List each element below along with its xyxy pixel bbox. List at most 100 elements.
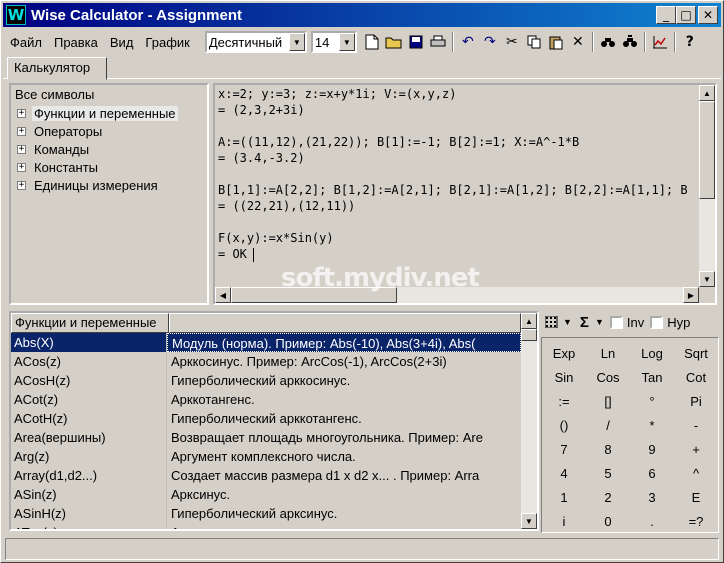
expand-icon[interactable]: + [17, 144, 26, 154]
grid-vertical-scrollbar[interactable]: ▲ ▼ [521, 313, 537, 529]
scroll-down-icon[interactable]: ▼ [521, 513, 537, 529]
copy-icon[interactable] [523, 31, 545, 53]
inv-checkbox[interactable] [609, 315, 623, 329]
table-row[interactable]: Abs(X) Модуль (норма). Пример: Abs(-10), … [11, 333, 521, 352]
table-row[interactable]: ACot(z) Арккотангенс. [11, 390, 521, 409]
paste-icon[interactable] [545, 31, 567, 53]
keypad-key[interactable]: Pi [674, 390, 718, 414]
keypad-key[interactable]: 9 [630, 438, 674, 462]
new-file-icon[interactable] [361, 31, 383, 53]
find-icon[interactable] [597, 31, 619, 53]
chevron-down-icon[interactable]: ▼ [338, 33, 355, 51]
chevron-down-icon[interactable]: ▼ [563, 317, 572, 327]
keypad-key[interactable]: Cos [586, 366, 630, 390]
title-bar[interactable]: W Wise Calculator - Assignment _ □ ✕ [3, 3, 721, 27]
tree-item-operators[interactable]: + Операторы [17, 122, 104, 140]
help-icon[interactable]: ? [679, 31, 701, 53]
table-row[interactable]: Array(d1,d2...) Создает массив размера d1… [11, 466, 521, 485]
table-row[interactable]: Area(вершины) Возвращает площадь многоуго… [11, 428, 521, 447]
keypad-key[interactable]: () [542, 414, 586, 438]
keypad-key[interactable]: Tan [630, 366, 674, 390]
column-header-name[interactable]: Функции и переменные [11, 313, 169, 333]
keypad-key[interactable]: * [630, 414, 674, 438]
table-row[interactable]: ASin(z) Арксинус. [11, 485, 521, 504]
tree-root-all-symbols[interactable]: Все символы [15, 87, 94, 102]
keypad-key[interactable]: Ln [586, 342, 630, 366]
tab-calculator[interactable]: Калькулятор [7, 57, 107, 80]
open-folder-icon[interactable] [383, 31, 405, 53]
keypad-key[interactable]: 7 [542, 438, 586, 462]
keypad-key[interactable]: 1 [542, 486, 586, 510]
keypad-key[interactable]: Sin [542, 366, 586, 390]
keypad-key[interactable]: 8 [586, 438, 630, 462]
expand-icon[interactable]: + [17, 126, 26, 136]
table-row[interactable]: Arg(z) Аргумент комплексного числа. [11, 447, 521, 466]
print-icon[interactable] [427, 31, 449, 53]
expand-icon[interactable]: + [17, 162, 26, 172]
cut-icon[interactable]: ✂ [501, 31, 523, 53]
scroll-up-icon[interactable]: ▲ [699, 85, 715, 101]
chevron-down-icon[interactable]: ▼ [595, 317, 604, 327]
tree-item-constants[interactable]: + Константы [17, 158, 100, 176]
keypad-layout-icon[interactable] [543, 311, 561, 333]
keypad-key[interactable]: Exp [542, 342, 586, 366]
expand-icon[interactable]: + [17, 180, 26, 190]
tree-item-units[interactable]: + Единицы измерения [17, 176, 160, 194]
scroll-down-icon[interactable]: ▼ [699, 271, 715, 287]
menu-view[interactable]: Вид [105, 35, 139, 50]
keypad-key[interactable]: =? [674, 510, 718, 534]
delete-icon[interactable]: ✕ [567, 31, 589, 53]
keypad-key[interactable]: i [542, 510, 586, 534]
table-row[interactable]: ACosH(z) Гиперболический арккосинус. [11, 371, 521, 390]
table-row[interactable]: ATan(z)Арктангенс [11, 523, 521, 529]
keypad-key[interactable]: 6 [630, 462, 674, 486]
keypad-key[interactable]: [] [586, 390, 630, 414]
function-list[interactable]: Функции и переменные Abs(X) Модуль (норма… [9, 311, 539, 531]
number-format-select[interactable]: Десятичный ▼ [204, 31, 307, 53]
save-icon[interactable] [405, 31, 427, 53]
scroll-right-icon[interactable]: ▶ [683, 287, 699, 303]
menu-file[interactable]: Файл [5, 35, 47, 50]
keypad-key[interactable]: ^ [674, 462, 718, 486]
scroll-up-icon[interactable]: ▲ [521, 313, 537, 329]
keypad-key[interactable]: / [586, 414, 630, 438]
symbol-tree[interactable]: Все символы + Функции и переменные + Опе… [9, 83, 209, 305]
menu-edit[interactable]: Правка [49, 35, 103, 50]
table-row[interactable]: ACotH(z) Гиперболический арккотангенс. [11, 409, 521, 428]
tree-item-functions[interactable]: + Функции и переменные [17, 104, 178, 122]
column-header-description[interactable] [169, 313, 521, 333]
sigma-icon[interactable]: Σ [580, 314, 589, 331]
minimize-button[interactable]: _ [656, 6, 676, 24]
keypad-key[interactable]: + [674, 438, 718, 462]
keypad-key[interactable]: 2 [586, 486, 630, 510]
redo-icon[interactable]: ↷ [479, 31, 501, 53]
scroll-thumb[interactable] [521, 329, 537, 341]
digits-select[interactable]: 14 ▼ [310, 31, 357, 53]
keypad-key[interactable]: Sqrt [674, 342, 718, 366]
keypad-key[interactable]: := [542, 390, 586, 414]
keypad-key[interactable]: 0 [586, 510, 630, 534]
keypad-key[interactable]: Cot [674, 366, 718, 390]
keypad-key[interactable]: 4 [542, 462, 586, 486]
undo-icon[interactable]: ↶ [457, 31, 479, 53]
keypad-key[interactable]: 3 [630, 486, 674, 510]
tree-item-commands[interactable]: + Команды [17, 140, 91, 158]
keypad-key[interactable]: 5 [586, 462, 630, 486]
keypad-key[interactable]: Log [630, 342, 674, 366]
keypad-key[interactable]: . [630, 510, 674, 534]
editor-vertical-scrollbar[interactable]: ▲ ▼ [699, 85, 715, 287]
maximize-button[interactable]: □ [676, 6, 696, 24]
menu-graph[interactable]: График [140, 35, 194, 50]
hyp-checkbox[interactable] [650, 315, 664, 329]
keypad-key[interactable]: - [674, 414, 718, 438]
scroll-thumb[interactable] [699, 101, 715, 199]
table-row[interactable]: ACos(z) Арккосинус. Пример: ArcCos(-1), A… [11, 352, 521, 371]
expand-icon[interactable]: + [17, 108, 26, 118]
table-row[interactable]: ASinH(z) Гиперболический арксинус. [11, 504, 521, 523]
graph-icon[interactable] [649, 31, 671, 53]
chevron-down-icon[interactable]: ▼ [288, 33, 305, 51]
find-replace-icon[interactable] [619, 31, 641, 53]
keypad-key[interactable]: ° [630, 390, 674, 414]
scroll-left-icon[interactable]: ◀ [215, 287, 231, 303]
close-button[interactable]: ✕ [698, 6, 718, 24]
